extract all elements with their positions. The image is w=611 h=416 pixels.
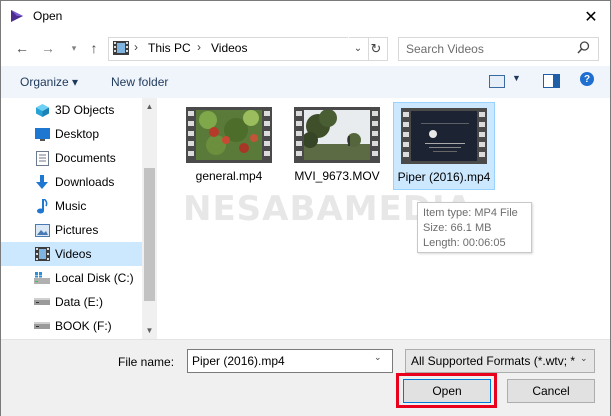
file-name: MVI_9673.MOV [294, 169, 380, 183]
chevron-down-icon[interactable]: ⌄ [580, 353, 588, 364]
sidebar-item-label: Documents [55, 151, 116, 165]
scroll-up-icon[interactable]: ▲ [142, 99, 157, 114]
sidebar-item-label: Pictures [55, 223, 99, 237]
title-bar [1, 1, 610, 32]
help-icon[interactable]: ? [580, 72, 594, 86]
open-dialog: Open ✕ ← → ▾ ↑ › This PC › Videos ⌄ ↻ Se… [0, 0, 611, 416]
breadcrumb-videos[interactable]: Videos [211, 41, 247, 55]
sidebar-item-3d-objects[interactable]: 3D Objects [1, 98, 142, 122]
scroll-down-icon[interactable]: ▼ [142, 323, 157, 338]
video-thumbnail [401, 108, 487, 164]
chevron-down-icon[interactable]: ⌄ [374, 352, 382, 363]
search-icon[interactable] [577, 41, 590, 54]
sidebar-item-pictures[interactable]: Pictures [1, 218, 142, 242]
search-placeholder: Search Videos [406, 42, 484, 56]
video-thumbnail [186, 107, 272, 163]
app-logo-icon [11, 10, 23, 22]
drive-icon [34, 294, 50, 310]
file-name: Piper (2016).mp4 [397, 170, 491, 184]
sidebar-item-data-e[interactable]: Data (E:) [1, 290, 142, 314]
sidebar-item-local-disk-c[interactable]: Local Disk (C:) [1, 266, 142, 290]
file-item-general-mp4[interactable]: general.mp4 [179, 102, 279, 188]
file-name: general.mp4 [195, 169, 263, 183]
sidebar-item-label: BOOK (F:) [55, 319, 112, 333]
videos-icon [34, 246, 50, 262]
sidebar-item-label: Local Disk (C:) [55, 271, 134, 285]
back-icon[interactable]: ← [13, 39, 31, 57]
tooltip-size: Size: 66.1 MB [423, 222, 492, 234]
scrollbar-thumb[interactable] [144, 168, 155, 301]
view-dropdown-icon[interactable]: ▼ [512, 73, 521, 83]
forward-icon[interactable]: → [39, 39, 57, 57]
sidebar-item-music[interactable]: Music [1, 194, 142, 218]
video-thumbnail [294, 107, 380, 163]
chevron-right-icon[interactable]: › [134, 40, 138, 54]
filetype-select[interactable]: All Supported Formats (*.wtv; * ⌄ [405, 349, 595, 373]
preview-pane-icon[interactable] [543, 74, 560, 88]
sidebar-item-label: Data (E:) [55, 295, 104, 309]
music-icon [34, 198, 50, 214]
refresh-icon[interactable]: ↻ [365, 37, 388, 61]
videos-folder-icon [113, 41, 129, 55]
sidebar-item-book-f[interactable]: BOOK (F:) [1, 314, 142, 338]
filename-input[interactable]: Piper (2016).mp4 ⌄ [187, 349, 393, 373]
sidebar-item-documents[interactable]: Documents [1, 146, 142, 170]
highlight-box [396, 373, 497, 408]
file-item-mvi-9673-mov[interactable]: MVI_9673.MOV [287, 102, 387, 188]
breadcrumb-this-pc[interactable]: This PC [148, 41, 191, 55]
pictures-icon [34, 222, 50, 238]
sidebar-item-desktop[interactable]: Desktop [1, 122, 142, 146]
tooltip-item-type: Item type: MP4 File [423, 207, 518, 219]
close-icon[interactable]: ✕ [574, 4, 608, 30]
address-bar[interactable]: › This PC › Videos [108, 37, 369, 61]
download-icon [34, 174, 50, 190]
file-tooltip: Item type: MP4 File Size: 66.1 MB Length… [417, 202, 532, 253]
desktop-icon [34, 126, 50, 142]
cancel-button[interactable]: Cancel [507, 379, 595, 403]
change-view-icon[interactable] [489, 75, 505, 88]
search-input[interactable]: Search Videos [398, 37, 599, 61]
filetype-value: All Supported Formats (*.wtv; * [411, 354, 576, 368]
sidebar-item-label: 3D Objects [55, 103, 115, 117]
sidebar-item-downloads[interactable]: Downloads [1, 170, 142, 194]
sidebar-item-videos[interactable]: Videos [1, 242, 142, 266]
sidebar-item-label: Music [55, 199, 87, 213]
new-folder-button[interactable]: New folder [111, 75, 168, 89]
organize-button[interactable]: Organize ▾ [20, 75, 78, 89]
recent-locations-icon[interactable]: ▾ [65, 39, 83, 57]
drive-icon [34, 318, 50, 334]
filename-value[interactable]: Piper (2016).mp4 [192, 354, 285, 368]
up-icon[interactable]: ↑ [85, 39, 103, 57]
filename-label: File name: [118, 355, 175, 369]
cube-icon [34, 102, 50, 118]
windows-drive-icon [34, 270, 50, 286]
sidebar-item-label: Desktop [55, 127, 100, 141]
sidebar-item-label: Downloads [55, 175, 115, 189]
tooltip-length: Length: 00:06:05 [423, 237, 506, 249]
chevron-right-icon[interactable]: › [197, 40, 201, 54]
window-title: Open [33, 9, 63, 23]
documents-icon [34, 150, 50, 166]
sidebar-item-label: Videos [55, 247, 92, 261]
file-item-piper-2016-mp4[interactable]: Piper (2016).mp4 [393, 102, 495, 190]
